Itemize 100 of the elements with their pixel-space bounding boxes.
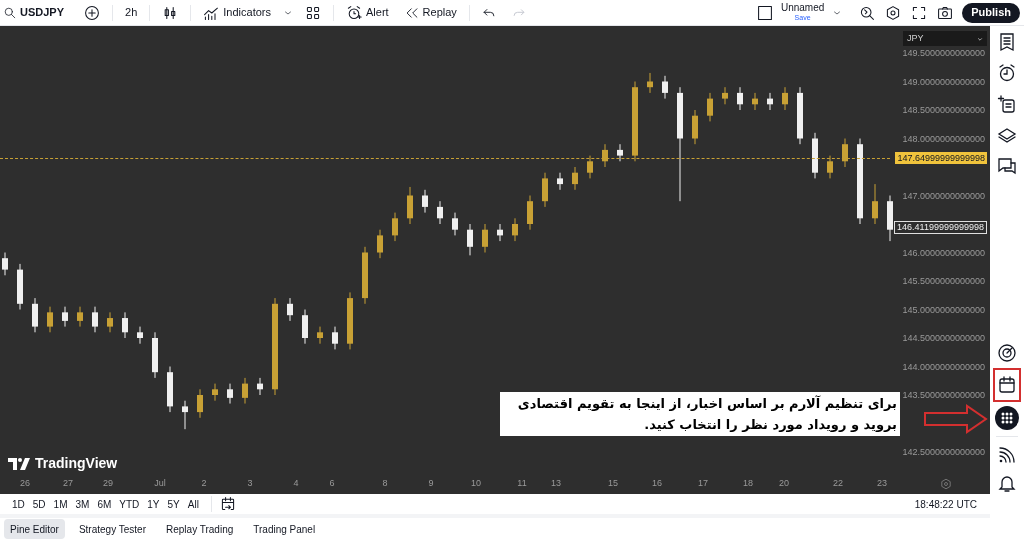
time-axis-label: 10 xyxy=(471,478,481,488)
add-list-icon[interactable] xyxy=(997,94,1017,114)
candle xyxy=(467,223,473,256)
currency-select[interactable]: JPY xyxy=(903,31,987,46)
square-layout-icon[interactable] xyxy=(756,4,773,21)
price-axis-label: 147.0000000000000 xyxy=(902,190,985,201)
camera-icon[interactable] xyxy=(937,4,954,21)
candle xyxy=(722,86,728,105)
candle xyxy=(407,186,413,225)
time-axis-label: 2 xyxy=(201,478,207,488)
list-icon[interactable] xyxy=(997,32,1017,52)
candle xyxy=(77,306,83,328)
panel-tab[interactable]: Pine Editor xyxy=(4,519,65,539)
time-axis-label: Jul xyxy=(154,478,166,488)
indicators-button[interactable]: Indicators xyxy=(195,4,279,21)
candle xyxy=(47,306,53,333)
candle xyxy=(392,212,398,242)
candle xyxy=(332,326,338,350)
range-button[interactable]: 5D xyxy=(28,496,50,512)
time-axis-label: 6 xyxy=(329,478,335,488)
candle xyxy=(482,223,488,253)
time-axis-label: 8 xyxy=(382,478,388,488)
panel-tab[interactable]: Strategy Tester xyxy=(72,519,152,539)
fullscreen-icon[interactable] xyxy=(911,4,928,21)
time-axis-label: 27 xyxy=(63,478,73,488)
candle xyxy=(377,229,383,259)
range-button[interactable]: All xyxy=(183,496,203,512)
apps-icon[interactable] xyxy=(995,406,1019,430)
price-axis-label: 144.5000000000000 xyxy=(902,333,985,343)
go-to-date-icon[interactable] xyxy=(219,496,236,512)
candle xyxy=(107,311,113,333)
range-button[interactable]: 1D xyxy=(8,496,29,512)
layout-grid-icon[interactable] xyxy=(305,4,321,21)
callout-text: برای تنظیم آلارم بر اساس اخبار، از اینجا به تقویم اقتصادی بروید و رویداد مورد نظر را انتخاب کنید. xyxy=(500,392,900,436)
time-axis-label: 16 xyxy=(652,478,662,488)
publish-button[interactable]: Publish xyxy=(962,2,1020,23)
price-axis-label: 149.0000000000000 xyxy=(902,76,985,87)
range-button[interactable]: 1M xyxy=(49,496,72,512)
range-button[interactable]: YTD xyxy=(115,496,144,512)
price-axis-label: 145.0000000000000 xyxy=(902,304,985,315)
price-line-label: 147.64999999999998 xyxy=(895,152,987,164)
candle xyxy=(197,388,203,419)
last-price-label: 146.41199999999998 xyxy=(894,221,987,234)
layout-name[interactable]: Unnamed xyxy=(780,2,825,13)
candle xyxy=(62,306,68,328)
feed-icon[interactable] xyxy=(997,445,1017,465)
candle xyxy=(242,377,248,405)
time-axis-label: 22 xyxy=(833,478,843,488)
price-axis-label: 148.0000000000000 xyxy=(902,133,985,144)
candle xyxy=(317,326,323,345)
replay-button[interactable]: Replay xyxy=(396,4,465,21)
range-button[interactable]: 1Y xyxy=(143,496,164,512)
range-button[interactable]: 6M xyxy=(93,496,116,512)
time-axis-label: 17 xyxy=(698,478,708,488)
candle xyxy=(167,366,173,413)
alert-button[interactable]: Alert xyxy=(338,4,397,21)
candle xyxy=(257,377,263,396)
calendar-icon[interactable] xyxy=(997,375,1017,395)
price-axis-label: 144.0000000000000 xyxy=(902,361,985,372)
candle xyxy=(692,109,698,145)
candle xyxy=(422,189,428,214)
time-axis-label: 29 xyxy=(103,478,113,488)
candle xyxy=(707,92,713,122)
candle xyxy=(542,172,548,208)
time-axis-label: 13 xyxy=(551,478,561,488)
alarm-clock-icon[interactable] xyxy=(997,63,1017,83)
time-axis-label: 20 xyxy=(779,478,789,488)
symbol-search[interactable]: USDJPY xyxy=(4,4,65,21)
candle xyxy=(872,183,878,225)
target-icon[interactable] xyxy=(997,343,1017,363)
range-button[interactable]: 5Y xyxy=(163,496,184,512)
add-icon[interactable] xyxy=(84,4,101,21)
settings-icon[interactable] xyxy=(885,4,902,21)
range-button[interactable]: 3M xyxy=(71,496,94,512)
time-axis-label: 26 xyxy=(20,478,30,488)
candle xyxy=(182,400,188,430)
tradingview-logo-icon xyxy=(8,457,30,470)
panel-tab[interactable]: Replay Trading xyxy=(160,519,240,539)
candle xyxy=(122,311,128,339)
candle xyxy=(797,86,803,145)
candle xyxy=(152,331,158,379)
chat-icon[interactable] xyxy=(997,156,1017,176)
search-icon xyxy=(4,6,16,19)
candle xyxy=(647,72,653,94)
clock-time: 18:48:22 UTC xyxy=(914,497,977,512)
bell-icon[interactable] xyxy=(997,473,1017,493)
candle xyxy=(827,155,833,179)
time-axis-label: 11 xyxy=(517,478,527,488)
interval-button[interactable]: 2h xyxy=(117,4,146,21)
time-axis-label: 18 xyxy=(743,478,753,488)
quick-search-icon[interactable] xyxy=(859,4,876,21)
brand-name: TradingView xyxy=(35,454,118,473)
price-axis-label: 146.0000000000000 xyxy=(902,247,985,258)
candle xyxy=(362,246,368,305)
price-axis-label: 143.5000000000000 xyxy=(902,390,985,400)
panel-tab[interactable]: Trading Panel xyxy=(247,519,322,539)
caret-icon xyxy=(977,35,983,42)
candle xyxy=(287,297,293,322)
price-axis-label: 142.5000000000000 xyxy=(902,447,985,457)
time-axis-label: 4 xyxy=(293,478,299,488)
